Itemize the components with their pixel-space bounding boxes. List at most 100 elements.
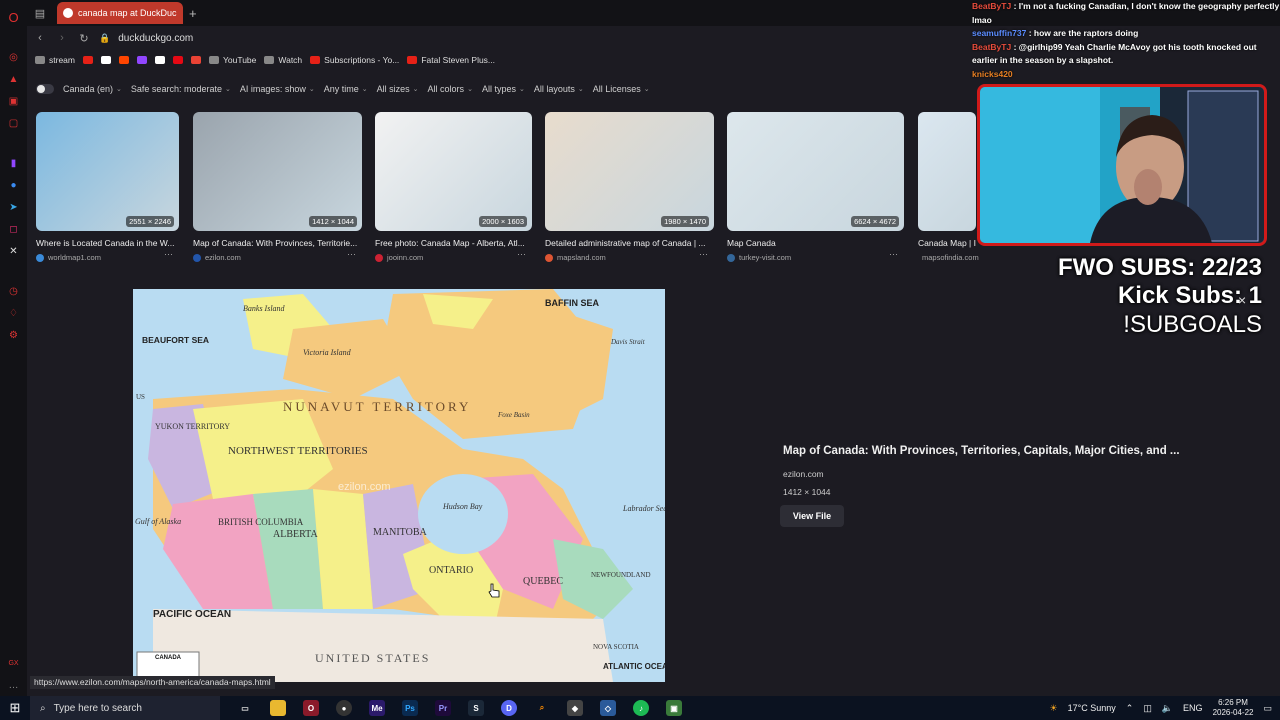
settings-icon[interactable]: ⚙ [7,328,21,342]
search-app-icon[interactable]: ⌕ [534,700,550,716]
bookmark-item[interactable]: YouTube [208,55,256,65]
bookmark-item[interactable]: Fatal Steven Plus... [407,55,495,65]
news-icon[interactable]: ▣ [7,94,21,108]
image-result[interactable]: 1980 × 1470 Detailed administrative map o… [545,112,714,267]
image-result[interactable]: Canada Map | I... mapsofindia.com [918,112,979,267]
thumbnail-source[interactable]: jooinn.com [375,253,532,262]
language-indicator[interactable]: ENG [1183,703,1203,713]
image-result[interactable]: 6624 × 4672 Map Canada turkey-visit.com ··· [727,112,904,267]
discord-icon[interactable]: D [501,700,517,716]
taskbar-search[interactable]: ⌕ Type here to search [30,696,220,720]
preview-image[interactable]: BAFFIN SEA BEAUFORT SEA Banks Island Vic… [133,289,665,682]
thumbnail-image[interactable]: 2000 × 1603 [375,112,532,231]
filter-dropdown[interactable]: AI images: show ⌄ [240,84,315,94]
thumbnail-image[interactable] [918,112,976,231]
thumbnail-source[interactable]: mapsofindia.com [918,253,979,262]
thumbnail-caption[interactable]: Canada Map | I... [918,238,976,248]
thumbnail-caption[interactable]: Map Canada [727,238,904,248]
more-options-icon[interactable]: ··· [889,249,898,259]
more-options-icon[interactable]: ··· [699,249,708,259]
opera-gx-icon[interactable]: O [303,700,319,716]
volume-icon[interactable]: 🔈 [1162,703,1173,714]
thumbnail-image[interactable]: 6624 × 4672 [727,112,904,231]
filter-dropdown[interactable]: Safe search: moderate ⌄ [131,84,231,94]
file-explorer-icon[interactable] [270,700,286,716]
windows-start-icon[interactable]: ⊞ [0,700,30,716]
thumbnail-caption[interactable]: Map of Canada: With Provinces, Territori… [193,238,362,248]
new-tab-button[interactable]: + [189,6,197,21]
view-file-button[interactable]: View File [780,505,844,527]
obs-icon[interactable]: ● [336,700,352,716]
tray-chevron-icon[interactable]: ⌃ [1126,703,1134,714]
bookmark-item[interactable] [82,56,93,64]
ai-prompt-icon[interactable]: ▲ [7,72,21,86]
image-result[interactable]: 2551 × 2246 Where is Located Canada in th… [36,112,179,267]
app-icon-2[interactable]: ◇ [600,700,616,716]
back-arrow-icon[interactable]: ‹ [31,32,49,44]
filter-dropdown[interactable]: Any time ⌄ [324,84,368,94]
tab-active[interactable]: canada map at DuckDuckGo [57,2,183,24]
more-options-icon[interactable]: ··· [347,249,356,259]
telegram-icon[interactable]: ➤ [7,200,21,214]
photoshop-icon[interactable]: Ps [402,700,418,716]
url-field[interactable]: 🔒 duckduckgo.com [99,33,193,44]
premiere-icon[interactable]: Pr [435,700,451,716]
network-icon[interactable]: ◫ [1143,703,1152,714]
tab-menu-icon[interactable]: ▤ [31,4,49,22]
thumbnail-source[interactable]: ezilon.com [193,253,362,262]
preview-title[interactable]: Map of Canada: With Provinces, Territori… [783,445,1223,457]
thumbnail-source[interactable]: worldmap1.com [36,253,179,262]
app-icon-3[interactable]: ▣ [666,700,682,716]
image-result[interactable]: 2000 × 1603 Free photo: Canada Map - Albe… [375,112,532,267]
filter-dropdown[interactable]: All types ⌄ [482,84,525,94]
preview-source[interactable]: ezilon.com [783,469,1223,479]
bookmark-item[interactable] [172,56,183,64]
filter-dropdown[interactable]: Canada (en) ⌄ [63,84,122,94]
messenger-icon[interactable]: ● [7,178,21,192]
forward-arrow-icon[interactable]: › [53,32,71,44]
thumbnail-caption[interactable]: Where is Located Canada in the W... [36,238,179,248]
thumbnail-image[interactable]: 1412 × 1044 [193,112,362,231]
thumbnail-caption[interactable]: Detailed administrative map of Canada | … [545,238,714,248]
bookmark-item[interactable] [190,56,201,64]
thumbnail-image[interactable]: 2551 × 2246 [36,112,179,231]
thumbnail-source[interactable]: mapsland.com [545,253,714,262]
filter-dropdown[interactable]: All Licenses ⌄ [593,84,650,94]
bookmark-item[interactable] [154,56,165,64]
gx-icon[interactable]: GX [7,656,21,670]
aria-icon[interactable]: ◎ [7,50,21,64]
bookmark-item[interactable] [100,56,111,64]
media-encoder-icon[interactable]: Me [369,700,385,716]
bookmarks-icon[interactable]: ♢ [7,306,21,320]
opera-icon[interactable]: ▢ [7,116,21,130]
bookmark-item[interactable] [136,56,147,64]
region-toggle[interactable] [36,84,54,94]
thumbnail-source[interactable]: turkey-visit.com [727,253,904,262]
instagram-icon[interactable]: ◻ [7,222,21,236]
twitch-icon[interactable]: ▮ [7,156,21,170]
bookmark-item[interactable]: Subscriptions - Yo... [310,55,399,65]
bookmark-item[interactable]: stream [35,55,75,65]
clock[interactable]: 6:26 PM 2026-04-22 [1213,698,1254,718]
close-preview-button[interactable]: × [1238,292,1246,308]
opera-logo-icon[interactable]: O [7,10,21,25]
spotify-icon[interactable]: ♪ [633,700,649,716]
notifications-icon[interactable]: ▭ [1263,703,1272,714]
filter-dropdown[interactable]: All layouts ⌄ [534,84,584,94]
bookmark-item[interactable] [118,56,129,64]
filter-dropdown[interactable]: All sizes ⌄ [377,84,419,94]
more-options-icon[interactable]: ··· [164,249,173,259]
more-icon[interactable]: … [7,678,21,692]
thumbnail-image[interactable]: 1980 × 1470 [545,112,714,231]
task-view-icon[interactable]: ▭ [237,700,253,716]
thumbnail-caption[interactable]: Free photo: Canada Map - Alberta, Atl... [375,238,532,248]
steam-icon[interactable]: S [468,700,484,716]
image-result[interactable]: 1412 × 1044 Map of Canada: With Provinces… [193,112,362,267]
weather-text[interactable]: 17°C Sunny [1068,703,1116,713]
bookmark-item[interactable]: Watch [264,55,302,65]
reload-icon[interactable]: ↻ [75,32,93,45]
history-icon[interactable]: ◷ [7,284,21,298]
more-options-icon[interactable]: ··· [517,249,526,259]
app-icon[interactable]: ◆ [567,700,583,716]
filter-dropdown[interactable]: All colors ⌄ [428,84,473,94]
